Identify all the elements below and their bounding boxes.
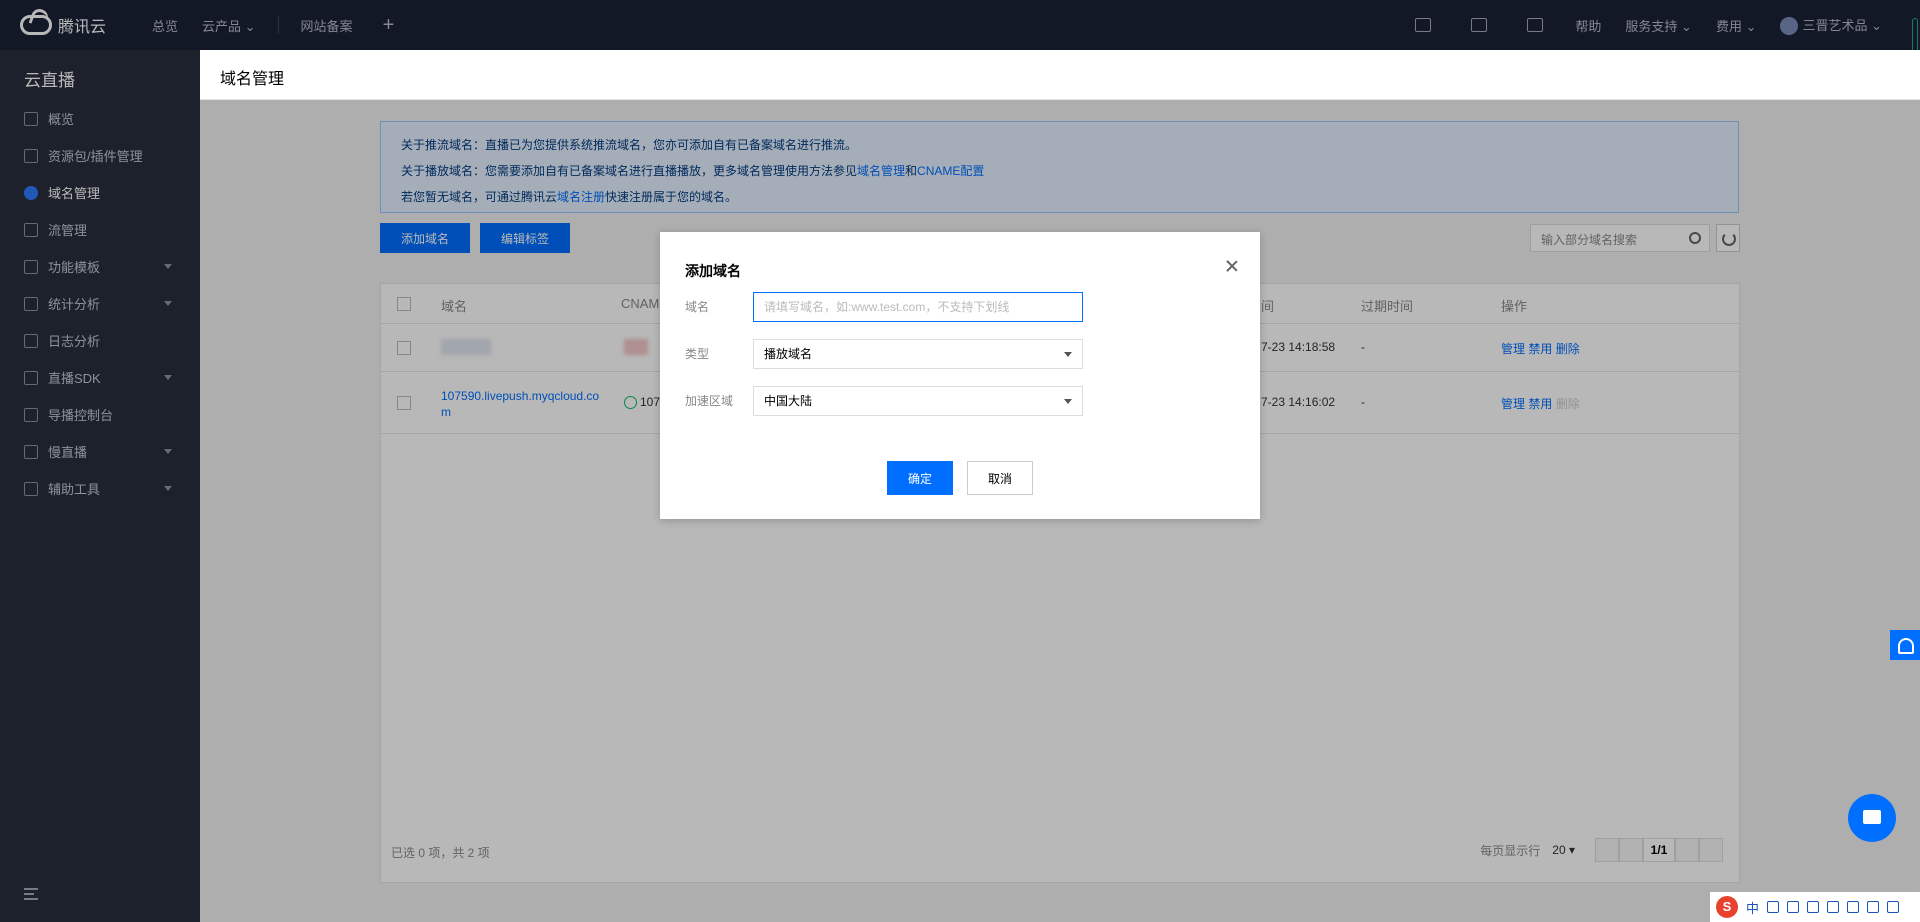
skin-icon[interactable] [1867, 901, 1880, 913]
page-header: 域名管理 [200, 50, 1920, 100]
type-select[interactable]: 播放域名 [753, 339, 1083, 369]
emoji-icon[interactable] [1787, 901, 1800, 913]
ime-language[interactable]: 中 [1746, 898, 1759, 917]
chevron-down-icon [1064, 352, 1072, 357]
microphone-icon[interactable] [1807, 901, 1820, 913]
punctuation-icon[interactable] [1767, 901, 1780, 913]
chevron-down-icon [1064, 399, 1072, 404]
cancel-button[interactable]: 取消 [967, 461, 1033, 495]
confirm-button[interactable]: 确定 [887, 461, 953, 495]
modal-backdrop-side [0, 50, 200, 922]
page-title: 域名管理 [220, 71, 285, 88]
domain-input-wrapper [753, 292, 1083, 322]
keyboard-icon[interactable] [1827, 901, 1840, 913]
chat-icon[interactable] [1848, 794, 1896, 842]
headset-icon[interactable] [1890, 630, 1920, 660]
type-value: 播放域名 [764, 347, 813, 361]
close-icon[interactable] [1226, 260, 1238, 272]
user-icon[interactable] [1847, 901, 1860, 913]
ime-toolbar: S 中 [1710, 892, 1920, 922]
region-value: 中国大陆 [764, 394, 813, 408]
type-label: 类型 [685, 347, 710, 361]
add-domain-dialog: 添加域名 域名 类型 播放域名 加速区域 中国大陆 确定 取消 [660, 232, 1260, 519]
region-select[interactable]: 中国大陆 [753, 386, 1083, 416]
domain-input[interactable] [764, 294, 1072, 320]
toolbox-icon[interactable] [1887, 901, 1900, 913]
domain-label: 域名 [685, 300, 710, 314]
region-label: 加速区域 [685, 394, 734, 408]
modal-backdrop-top [0, 0, 1920, 50]
dialog-title: 添加域名 [685, 263, 741, 279]
sogou-logo[interactable]: S [1716, 896, 1738, 918]
